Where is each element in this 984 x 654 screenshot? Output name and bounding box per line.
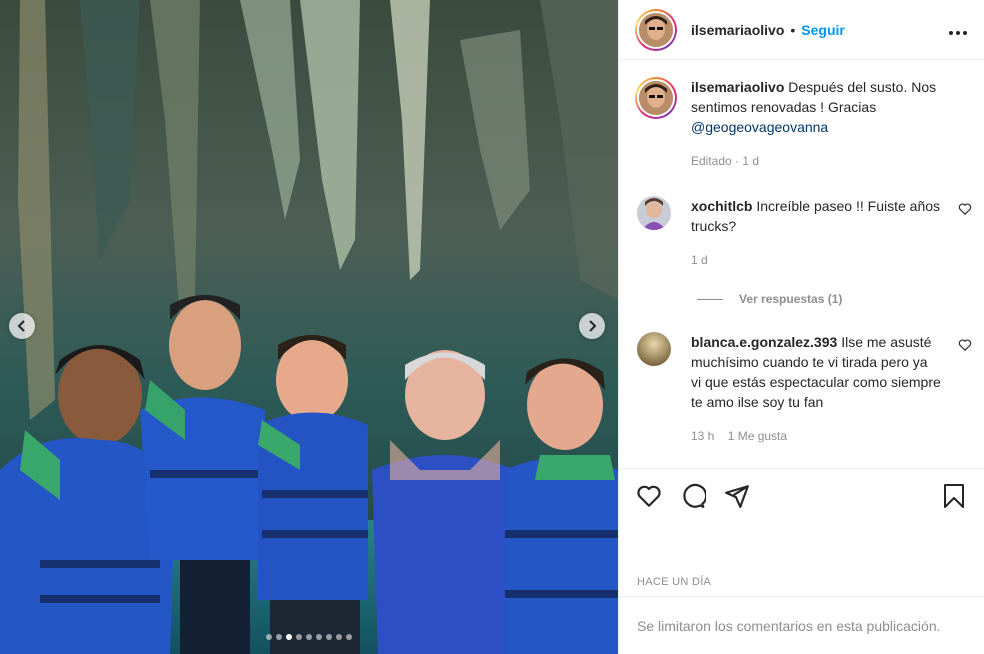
follow-button[interactable]: Seguir (801, 22, 845, 38)
carousel-indicator (0, 634, 618, 640)
more-options-button[interactable] (948, 21, 968, 39)
carousel-dot (316, 634, 322, 640)
chevron-left-icon (17, 320, 25, 332)
carousel-dot (276, 634, 282, 640)
carousel-next-button[interactable] (579, 313, 605, 339)
comment-username[interactable]: xochitlcb (691, 198, 752, 214)
post-actions (619, 468, 984, 522)
comment-time: 1 d (691, 253, 708, 267)
send-icon (725, 484, 749, 508)
carousel-dot (336, 634, 342, 640)
avatar[interactable] (635, 8, 677, 51)
comments-list[interactable]: ilsemariaolivo Después del susto. Nos se… (619, 61, 984, 467)
caption-mention-link[interactable]: @geogeovageovanna (691, 119, 828, 135)
header-username[interactable]: ilsemariaolivo (691, 22, 784, 38)
post-side-panel: ilsemariaolivo • Seguir ilsemariaolivo D… (618, 0, 984, 654)
ellipsis-icon (949, 30, 967, 35)
comment-icon (683, 483, 706, 508)
comments-limited-notice: Se limitaron los comentarios en esta pub… (619, 596, 984, 654)
comment-username[interactable]: blanca.e.gonzalez.393 (691, 334, 837, 350)
caption-username[interactable]: ilsemariaolivo (691, 79, 784, 95)
comment-item: xochitlcb Increíble paseo !! Fuiste años… (619, 196, 984, 270)
chevron-right-icon (589, 320, 597, 332)
avatar-image (637, 196, 671, 230)
carousel-dot (296, 634, 302, 640)
avatar-image (639, 12, 673, 47)
heart-icon (637, 485, 661, 507)
comment-avatar[interactable] (637, 196, 671, 230)
carousel-dot (346, 634, 352, 640)
comment-item: blanca.e.gonzalez.393 Ilse me asusté muc… (619, 332, 984, 446)
avatar-image (637, 332, 671, 366)
comment-button[interactable] (679, 482, 707, 510)
comment-like-heart-icon[interactable] (958, 202, 972, 216)
comment-avatar[interactable] (637, 332, 671, 366)
caption-meta: Editado · 1 d (691, 154, 760, 168)
view-replies-label: Ver respuestas (1) (739, 292, 843, 306)
carousel-dot (286, 634, 292, 640)
post-media[interactable] (0, 0, 618, 654)
comment-meta: 13 h 1 Me gusta (691, 429, 788, 443)
post-header: ilsemariaolivo • Seguir (619, 0, 984, 60)
avatar-image (639, 81, 673, 115)
view-replies-button[interactable]: Ver respuestas (1) (619, 292, 984, 306)
post-photo (0, 0, 618, 654)
carousel-prev-button[interactable] (9, 313, 35, 339)
save-button[interactable] (940, 482, 968, 510)
caption-avatar[interactable] (635, 77, 677, 119)
carousel-dot (306, 634, 312, 640)
header-separator: • (790, 21, 796, 38)
carousel-dot (266, 634, 272, 640)
like-button[interactable] (635, 482, 663, 510)
replies-divider (697, 298, 723, 300)
post-caption: ilsemariaolivo Después del susto. Nos se… (619, 61, 984, 171)
share-button[interactable] (723, 482, 751, 510)
post-time-ago[interactable]: HACE UN DÍA (637, 576, 711, 588)
comment-like-heart-icon[interactable] (958, 338, 972, 352)
carousel-dot (326, 634, 332, 640)
bookmark-icon (944, 483, 964, 508)
